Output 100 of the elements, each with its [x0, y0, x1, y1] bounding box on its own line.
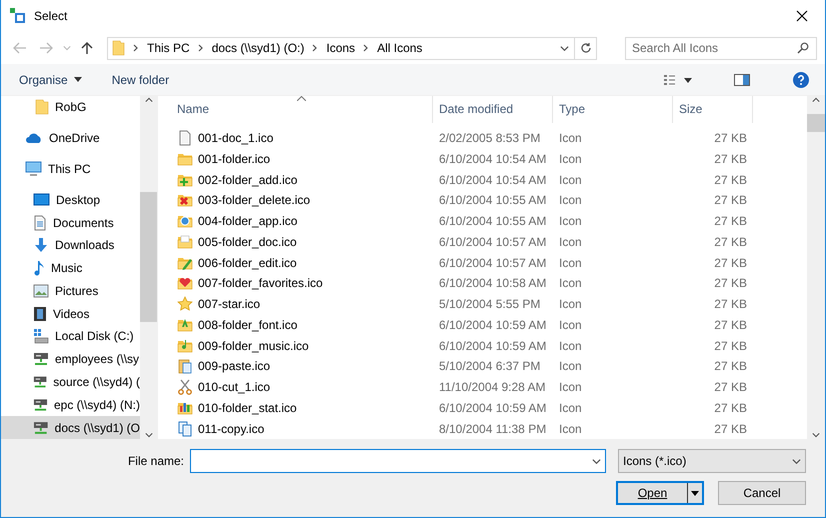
column-header[interactable]: Type: [553, 96, 673, 123]
sidebar-item[interactable]: epc (\\syd4) (N:): [1, 393, 140, 416]
type-cell-text: Icon: [558, 152, 583, 166]
file-name[interactable]: 007-star.ico: [171, 296, 433, 312]
sidebar-item[interactable]: Downloads: [1, 234, 140, 257]
type-cell-text: Icon: [558, 276, 583, 290]
sidebar-item[interactable]: employees (\\sy: [1, 348, 140, 371]
breadcrumb[interactable]: Icons: [326, 41, 356, 55]
document-icon: [33, 214, 47, 231]
cloud-icon: [25, 132, 43, 144]
breadcrumb[interactable]: All Icons: [377, 41, 422, 55]
size-cell-text: 27 KB: [713, 380, 748, 394]
sidebar-item[interactable]: Local Disk (C:): [1, 325, 140, 348]
file-name-field[interactable]: [190, 449, 606, 473]
file-name[interactable]: 010-cut_1.ico: [171, 379, 433, 396]
document-icon: [177, 130, 193, 146]
download-arrow-icon: [33, 237, 49, 254]
date-cell-text: 5/10/2004 5:55 PM: [438, 297, 542, 312]
caret-icon: [74, 77, 82, 82]
file-name[interactable]: 005-folder_doc.ico: [171, 234, 433, 250]
column-header[interactable]: Date modified: [433, 96, 553, 123]
close-icon: [796, 10, 808, 22]
type-cell-text: Icon: [558, 422, 583, 436]
file-name[interactable]: 004-folder_app.ico: [171, 213, 433, 230]
sidebar-scrollbar[interactable]: [140, 96, 157, 439]
file-name[interactable]: 006-folder_edit.ico: [171, 254, 433, 271]
file-name[interactable]: 010-folder_stat.ico: [171, 400, 433, 416]
sidebar-item[interactable]: Pictures: [1, 279, 140, 302]
clipboard-icon: [177, 358, 193, 374]
sidebar-item[interactable]: Music: [1, 256, 140, 280]
network-drive-icon: [33, 374, 48, 389]
type-cell-text: Icon: [558, 400, 583, 415]
address-bar[interactable]: This PC docs (\\syd1) (O:) Icons All Icons: [107, 36, 597, 60]
date-cell-text: 6/10/2004 10:58 AM: [438, 276, 548, 290]
app-icon: [10, 8, 26, 24]
type-cell-text: Icon: [558, 256, 583, 270]
folder-icon: [112, 40, 125, 56]
scrollbar-thumb[interactable]: [140, 192, 157, 322]
size-cell-text: 27 KB: [713, 400, 748, 415]
sidebar-item[interactable]: OneDrive: [1, 126, 140, 150]
sidebar-item[interactable]: RobG: [1, 96, 140, 119]
file-name[interactable]: 003-folder_delete.ico: [171, 192, 433, 208]
size-cell-text: 27 KB: [713, 172, 748, 187]
chevron-down-icon: [592, 456, 601, 466]
open-button[interactable]: Open: [616, 481, 704, 505]
scroll-down-icon: [144, 431, 152, 439]
size-cell-text: 27 KB: [713, 152, 748, 166]
scrollbar-thumb[interactable]: [807, 114, 825, 132]
date-cell-text: 6/10/2004 10:57 AM: [438, 234, 548, 249]
file-name[interactable]: 001-doc_1.ico: [171, 130, 433, 146]
sidebar-item[interactable]: source (\\syd4) (: [1, 370, 140, 394]
file-name[interactable]: 011-copy.ico: [171, 420, 433, 437]
file-name[interactable]: 008-folder_font.ico: [171, 316, 433, 333]
column-header[interactable]: Name: [171, 96, 433, 123]
breadcrumb-separator-icon: [363, 44, 370, 52]
file-name[interactable]: 009-paste.ico: [171, 358, 433, 374]
breadcrumb-separator-icon: [133, 44, 139, 52]
column-header[interactable]: Size: [673, 96, 753, 123]
file-type-dropdown[interactable]: Icons (*.ico): [618, 449, 806, 473]
date-cell-text: 6/10/2004 10:55 AM: [438, 214, 548, 228]
breadcrumb[interactable]: This PC: [147, 41, 190, 55]
organise-button[interactable]: Organise: [19, 72, 82, 86]
size-cell-text: 27 KB: [713, 297, 748, 312]
folder-icon: [177, 192, 193, 208]
new-folder-button[interactable]: New folder: [112, 72, 170, 86]
type-cell-text: Icon: [558, 214, 583, 228]
help-icon: [793, 72, 809, 88]
size-cell-text: 27 KB: [713, 276, 748, 290]
forward-arrow-icon: [39, 42, 53, 54]
size-cell-text: 27 KB: [713, 338, 748, 353]
size-cell-text: 27 KB: [713, 318, 748, 332]
dropdown-arrow-icon: [691, 490, 699, 496]
sidebar-item[interactable]: docs (\\syd1) (O: [1, 416, 140, 439]
chevron-down-icon: [63, 44, 71, 52]
type-cell-text: Icon: [558, 380, 583, 394]
details-view-icon: [664, 74, 694, 86]
sidebar-item[interactable]: This PC: [1, 158, 140, 180]
size-cell-text: 27 KB: [713, 359, 748, 374]
sidebar-item[interactable]: Videos: [1, 302, 140, 326]
size-cell-text: 27 KB: [713, 256, 748, 270]
type-cell-text: Icon: [558, 338, 583, 353]
file-list-scrollbar[interactable]: [807, 96, 825, 439]
chevron-down-icon: [792, 456, 801, 466]
date-cell-text: 5/10/2004 6:37 PM: [438, 359, 542, 374]
size-cell-text: 27 KB: [713, 214, 748, 228]
type-cell-text: Icon: [558, 172, 583, 187]
copy-icon: [177, 420, 193, 437]
type-cell-text: Icon: [558, 318, 583, 332]
back-arrow-icon: [13, 42, 27, 54]
breadcrumb[interactable]: docs (\\syd1) (O:): [212, 41, 304, 55]
file-name[interactable]: 001-folder.ico: [171, 150, 433, 167]
type-cell-text: Icon: [558, 297, 583, 312]
sidebar-item[interactable]: Desktop: [1, 188, 140, 212]
file-name[interactable]: 007-folder_favorites.ico: [171, 275, 433, 292]
file-name[interactable]: 009-folder_music.ico: [171, 338, 433, 354]
sidebar-item[interactable]: Documents: [1, 211, 140, 234]
file-name[interactable]: 002-folder_add.ico: [171, 172, 433, 188]
search-field[interactable]: Search All Icons: [625, 36, 817, 60]
cancel-button[interactable]: Cancel: [718, 481, 806, 505]
scroll-up-icon: [812, 96, 820, 104]
